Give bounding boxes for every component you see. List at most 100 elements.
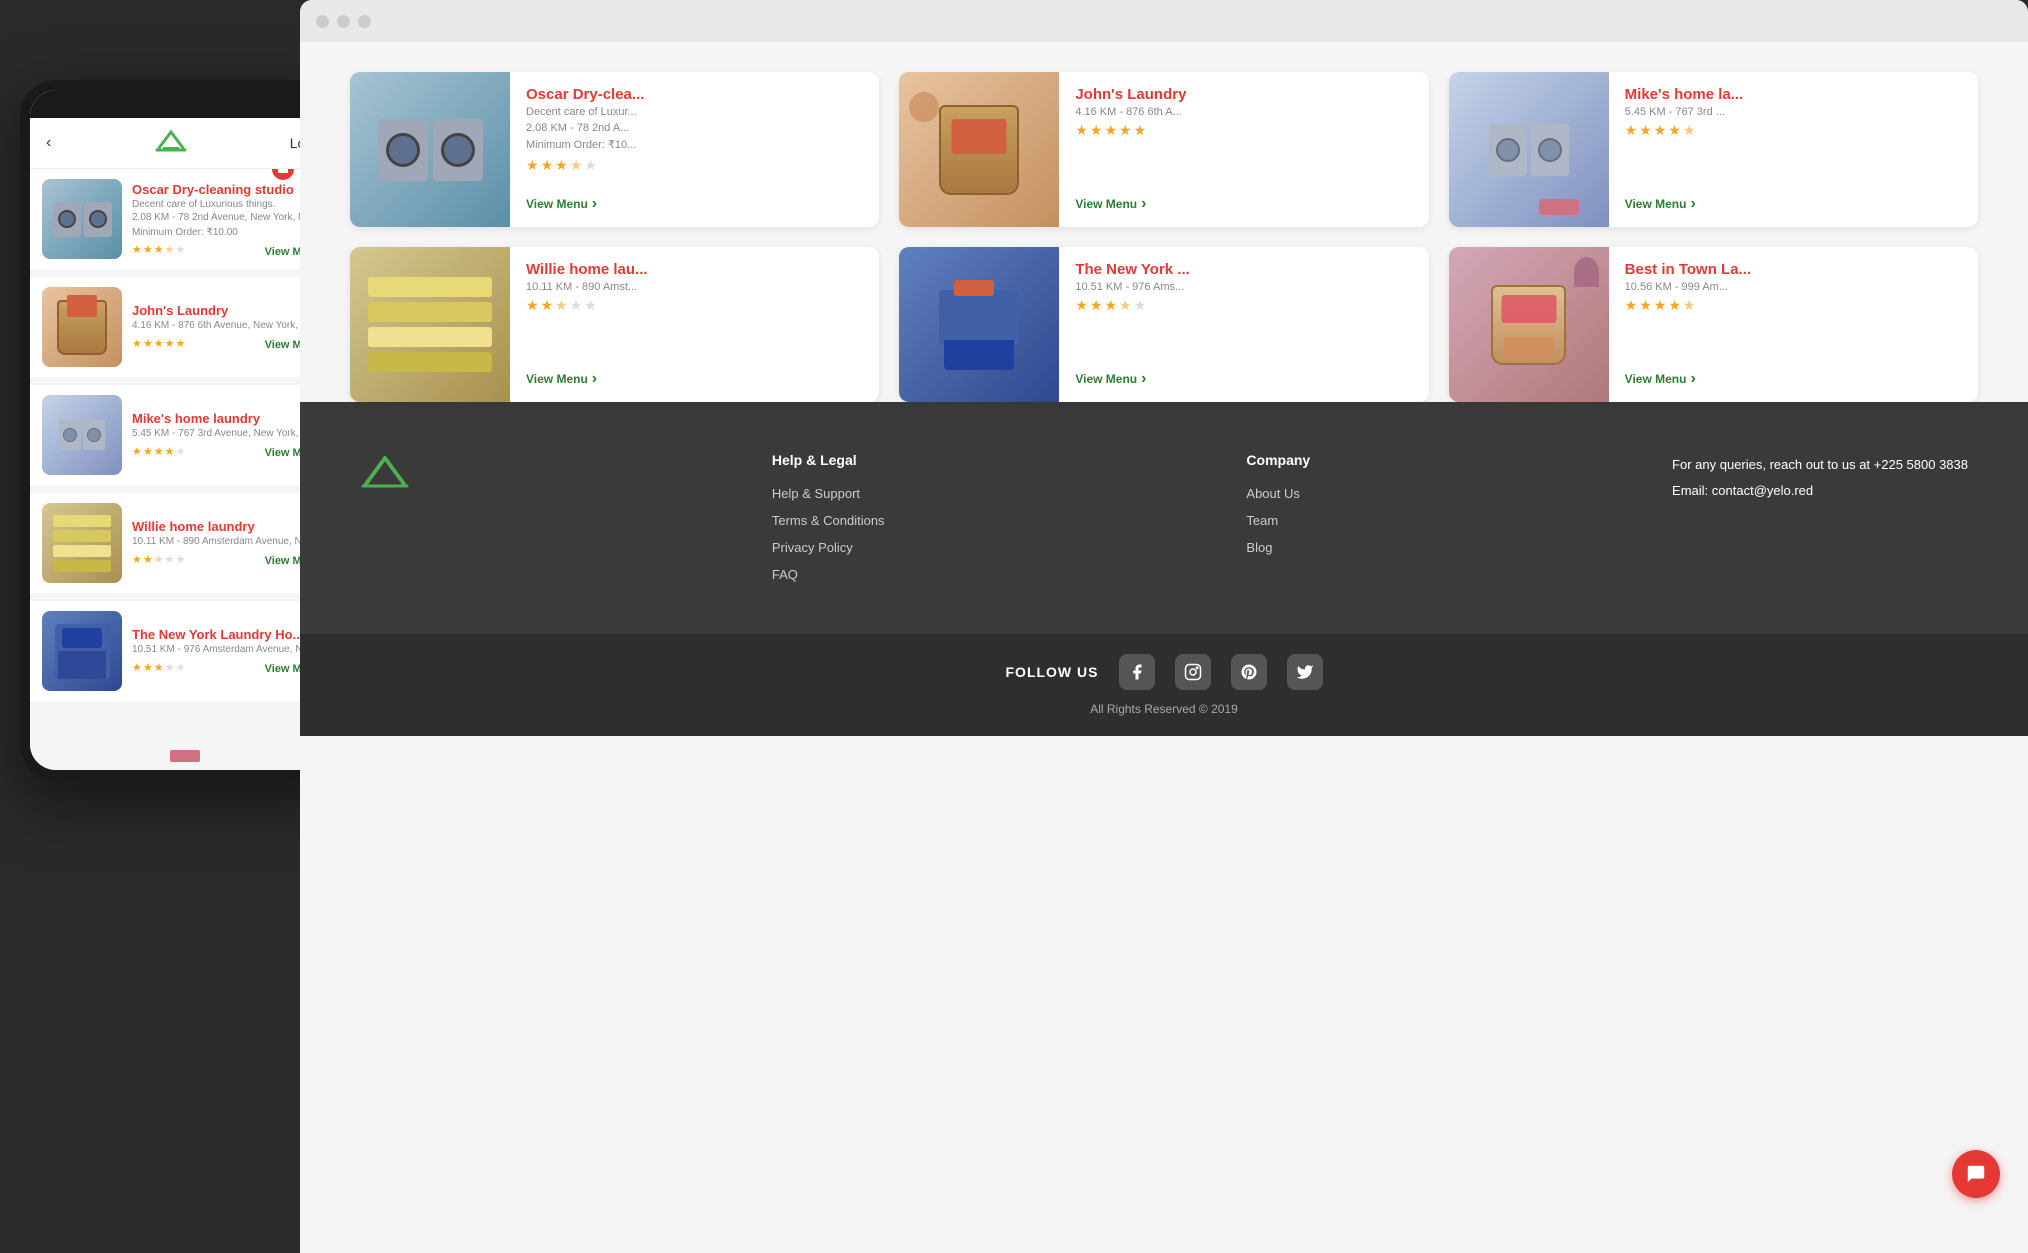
card-title-newyork: The New York ... xyxy=(1075,261,1412,278)
footer-contact-email: Email: contact@yelo.red xyxy=(1672,478,1968,504)
footer-link-terms[interactable]: Terms & Conditions xyxy=(772,513,885,528)
pinterest-icon[interactable] xyxy=(1231,654,1267,690)
phone-card-image-oscar xyxy=(42,179,122,259)
phone-card-stars-newyork: ★★★ ★★ xyxy=(132,661,185,674)
phone-card-meta-oscar: 2.08 KM - 78 2nd Avenue, New York, N... xyxy=(132,212,328,223)
card-image-oscar xyxy=(350,72,510,227)
footer: Help & Legal Help & Support Terms & Cond… xyxy=(300,402,2028,736)
card-title-oscar: Oscar Dry-clea... xyxy=(526,86,863,103)
footer-col-help: Help & Legal Help & Support Terms & Cond… xyxy=(772,452,885,594)
follow-us-section: FOLLOW US xyxy=(1006,654,1323,690)
card-image-newyork xyxy=(899,247,1059,402)
phone-card-minorder-oscar: Minimum Order: ₹10.00 xyxy=(132,227,328,238)
card-image-mikes xyxy=(1449,72,1609,227)
card-minorder-oscar: Minimum Order: ₹10... xyxy=(526,138,863,151)
footer-link-privacy[interactable]: Privacy Policy xyxy=(772,540,885,555)
phone-card-image-mikes xyxy=(42,395,122,475)
card-bestin[interactable]: Best in Town La... 10.56 KM - 999 Am... … xyxy=(1449,247,1978,402)
phone-card-meta-newyork: 10.51 KM - 976 Amsterdam Avenue, Ne... xyxy=(132,644,328,655)
card-body-bestin: Best in Town La... 10.56 KM - 999 Am... … xyxy=(1609,247,1978,402)
footer-link-faq[interactable]: FAQ xyxy=(772,567,885,582)
view-menu-link-newyork[interactable]: View Menu xyxy=(1075,370,1412,388)
footer-link-blog[interactable]: Blog xyxy=(1246,540,1310,555)
phone-card-title-mikes: Mike's home laundry xyxy=(132,411,328,426)
card-body-oscar: Oscar Dry-clea... Decent care of Luxur..… xyxy=(510,72,879,227)
footer-company-heading: Company xyxy=(1246,452,1310,468)
phone-card-image-newyork xyxy=(42,611,122,691)
phone-card-mikes[interactable]: Mike's home laundry 5.45 KM - 767 3rd Av… xyxy=(30,385,340,485)
card-title-mikes: Mike's home la... xyxy=(1625,86,1962,103)
phone-card-body-mikes: Mike's home laundry 5.45 KM - 767 3rd Av… xyxy=(132,411,328,459)
phone-card-stars-willie: ★★ ★ ★★ xyxy=(132,553,185,566)
phone-card-title-johns: John's Laundry xyxy=(132,303,328,318)
twitter-icon[interactable] xyxy=(1287,654,1323,690)
phone-card-stars-mikes: ★★★ ★★ xyxy=(132,445,185,458)
footer-col-company: Company About Us Team Blog xyxy=(1246,452,1310,567)
phone-logo-icon xyxy=(155,128,187,158)
card-stars-oscar: ★★★ ★★ xyxy=(526,157,863,174)
phone-card-oscar[interactable]: Oscar Dry-cleaning studio Decent care of… xyxy=(30,169,340,269)
card-stars-willie: ★★ ★ ★★ xyxy=(526,297,863,314)
view-menu-link-johns[interactable]: View Menu xyxy=(1075,195,1412,213)
card-title-bestin: Best in Town La... xyxy=(1625,261,1962,278)
phone-card-subtitle-oscar: Decent care of Luxurious things. xyxy=(132,199,328,210)
footer-contact-phone: For any queries, reach out to us at +225… xyxy=(1672,452,1968,478)
chat-button[interactable] xyxy=(1952,1150,2000,1198)
card-johns[interactable]: John's Laundry 4.16 KM - 876 6th A... ★★… xyxy=(899,72,1428,227)
phone-card-johns[interactable]: John's Laundry 4.16 KM - 876 6th Avenue,… xyxy=(30,277,340,377)
phone-card-stars-oscar: ★★★ ★★ xyxy=(132,243,185,256)
phone-card-image-johns xyxy=(42,287,122,367)
phone-card-newyork[interactable]: The New York Laundry Ho... 10.51 KM - 97… xyxy=(30,601,340,701)
phone-header: ‹ Login xyxy=(30,118,340,169)
footer-logo-icon xyxy=(360,452,410,490)
phone-body[interactable]: Oscar Dry-cleaning studio Decent care of… xyxy=(30,169,340,780)
browser-dot-green xyxy=(358,15,371,28)
copyright-text: All Rights Reserved © 2019 xyxy=(1090,702,1238,716)
card-stars-johns: ★★★ ★★ xyxy=(1075,122,1412,139)
footer-link-about[interactable]: About Us xyxy=(1246,486,1310,501)
view-menu-link-oscar[interactable]: View Menu xyxy=(526,195,863,213)
card-mikes[interactable]: Mike's home la... 5.45 KM - 767 3rd ... … xyxy=(1449,72,1978,227)
card-body-mikes: Mike's home la... 5.45 KM - 767 3rd ... … xyxy=(1609,72,1978,227)
phone-back-button[interactable]: ‹ xyxy=(46,134,51,152)
cards-grid: Oscar Dry-clea... Decent care of Luxur..… xyxy=(350,72,1978,402)
phone-card-meta-johns: 4.16 KM - 876 6th Avenue, New York, N... xyxy=(132,320,328,331)
phone-card-body-willie: Willie home laundry 10.11 KM - 890 Amste… xyxy=(132,519,328,567)
card-subtitle-oscar: Decent care of Luxur... xyxy=(526,106,863,118)
footer-bottom: FOLLOW US All Rights Reserved © 2019 xyxy=(300,634,2028,736)
card-title-johns: John's Laundry xyxy=(1075,86,1412,103)
footer-help-heading: Help & Legal xyxy=(772,452,885,468)
phone-card-meta-willie: 10.11 KM - 890 Amsterdam Avenue, Ne... xyxy=(132,536,328,547)
follow-us-label: FOLLOW US xyxy=(1006,664,1099,680)
card-body-newyork: The New York ... 10.51 KM - 976 Ams... ★… xyxy=(1059,247,1428,402)
card-image-johns xyxy=(899,72,1059,227)
footer-link-help-support[interactable]: Help & Support xyxy=(772,486,885,501)
facebook-icon[interactable] xyxy=(1119,654,1155,690)
phone-card-body-oscar: Oscar Dry-cleaning studio Decent care of… xyxy=(132,181,328,258)
card-oscar[interactable]: Oscar Dry-clea... Decent care of Luxur..… xyxy=(350,72,879,227)
card-stars-newyork: ★★★ ★★ xyxy=(1075,297,1412,314)
view-menu-link-mikes[interactable]: View Menu xyxy=(1625,195,1962,213)
browser-titlebar xyxy=(300,0,2028,42)
card-newyork[interactable]: The New York ... 10.51 KM - 976 Ams... ★… xyxy=(899,247,1428,402)
footer-contact: For any queries, reach out to us at +225… xyxy=(1672,452,1968,504)
card-meta-johns: 4.16 KM - 876 6th A... xyxy=(1075,106,1412,118)
card-meta-bestin: 10.56 KM - 999 Am... xyxy=(1625,281,1962,293)
phone-card-stars-johns: ★★★ ★★ xyxy=(132,337,185,350)
view-menu-link-bestin[interactable]: View Menu xyxy=(1625,370,1962,388)
footer-link-team[interactable]: Team xyxy=(1246,513,1310,528)
chat-icon xyxy=(1965,1163,1987,1185)
phone-card-meta-mikes: 5.45 KM - 767 3rd Avenue, New York, ... xyxy=(132,428,328,439)
card-image-willie xyxy=(350,247,510,402)
footer-logo xyxy=(360,452,410,490)
card-willie[interactable]: Willie home lau... 10.11 KM - 890 Amst..… xyxy=(350,247,879,402)
browser-dot-red xyxy=(316,15,329,28)
instagram-icon[interactable] xyxy=(1175,654,1211,690)
card-body-johns: John's Laundry 4.16 KM - 876 6th A... ★★… xyxy=(1059,72,1428,227)
card-body-willie: Willie home lau... 10.11 KM - 890 Amst..… xyxy=(510,247,879,402)
browser-dot-yellow xyxy=(337,15,350,28)
phone-notch xyxy=(30,90,340,118)
view-menu-link-willie[interactable]: View Menu xyxy=(526,370,863,388)
phone-card-body-johns: John's Laundry 4.16 KM - 876 6th Avenue,… xyxy=(132,303,328,351)
phone-card-willie[interactable]: Willie home laundry 10.11 KM - 890 Amste… xyxy=(30,493,340,593)
